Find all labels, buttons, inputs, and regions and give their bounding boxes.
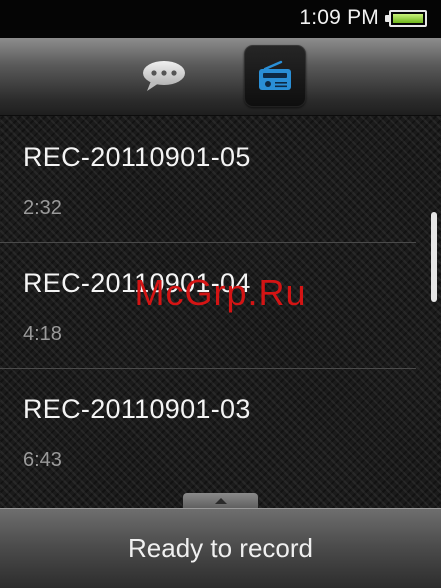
battery-level bbox=[393, 14, 423, 23]
recording-duration: 2:32 bbox=[23, 197, 62, 219]
recording-duration: 6:43 bbox=[23, 449, 62, 471]
tab-bar bbox=[0, 38, 441, 116]
list-item[interactable]: REC-20110901-04 4:18 bbox=[0, 243, 416, 369]
speech-bubble-icon bbox=[143, 61, 185, 91]
drawer-handle[interactable] bbox=[183, 493, 258, 509]
recording-name: REC-20110901-04 bbox=[23, 268, 251, 298]
radio-icon bbox=[259, 60, 291, 90]
record-status-label: Ready to record bbox=[128, 533, 313, 563]
tab-messages[interactable] bbox=[133, 45, 195, 107]
status-time: 1:09 PM bbox=[299, 6, 379, 29]
scrollbar[interactable] bbox=[431, 212, 437, 302]
battery-icon bbox=[385, 10, 427, 27]
recorder-screen: 1:09 PM REC-20110901-05 2:32 REC-2011090… bbox=[0, 0, 441, 588]
arrow-up-icon bbox=[214, 498, 227, 504]
recordings-list: REC-20110901-05 2:32 REC-20110901-04 4:1… bbox=[0, 117, 441, 497]
list-item[interactable]: REC-20110901-05 2:32 bbox=[0, 117, 416, 243]
recording-duration: 4:18 bbox=[23, 323, 62, 345]
record-bar[interactable]: Ready to record bbox=[0, 508, 441, 588]
list-item[interactable]: REC-20110901-03 6:43 bbox=[0, 369, 416, 495]
recording-name: REC-20110901-05 bbox=[23, 142, 251, 172]
recording-name: REC-20110901-03 bbox=[23, 394, 251, 424]
tab-radio[interactable] bbox=[244, 45, 306, 107]
status-bar: 1:09 PM bbox=[0, 0, 441, 38]
